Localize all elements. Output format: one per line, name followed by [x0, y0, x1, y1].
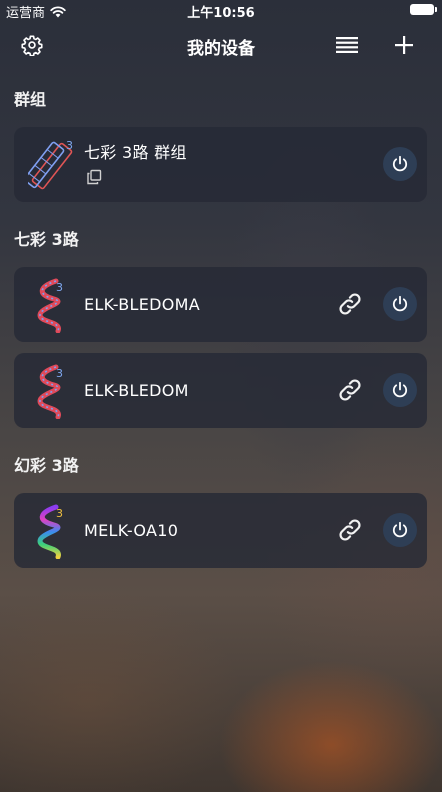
device-card[interactable]: 3 ELK-BLEDOMA: [14, 267, 427, 342]
link-button[interactable]: [335, 375, 365, 405]
channel-badge: 3: [56, 367, 63, 380]
device-card-group[interactable]: 3 七彩 3路 群组: [14, 127, 427, 202]
power-button[interactable]: [383, 287, 417, 321]
copy-icon[interactable]: [86, 169, 102, 185]
channel-badge: 3: [66, 139, 73, 152]
device-card[interactable]: 3 MELK-OA10: [14, 493, 427, 568]
rgb-strip-icon: [37, 364, 61, 419]
section-title-dream: 幻彩 3路: [14, 456, 79, 475]
link-button[interactable]: [335, 289, 365, 319]
status-time: 上午10:56: [187, 6, 255, 21]
channel-badge: 3: [56, 507, 63, 520]
device-name: ELK-BLEDOMA: [84, 295, 201, 314]
link-icon: [339, 293, 361, 315]
power-button[interactable]: [383, 147, 417, 181]
power-button[interactable]: [383, 373, 417, 407]
status-bar: 运营商 上午10:56: [0, 0, 442, 21]
section-title-group: 群组: [14, 90, 47, 109]
power-icon: [392, 381, 408, 398]
list-view-button[interactable]: [332, 30, 362, 60]
power-button[interactable]: [383, 513, 417, 547]
link-icon: [339, 519, 361, 541]
list-icon: [336, 37, 358, 53]
rainbow-strip-icon: [37, 504, 61, 559]
power-icon: [392, 521, 408, 538]
device-name: 七彩 3路 群组: [84, 143, 187, 162]
nav-bar: 我的设备: [0, 24, 442, 64]
add-device-button[interactable]: [389, 30, 419, 60]
device-name: MELK-OA10: [84, 521, 179, 540]
power-icon: [392, 155, 408, 172]
page-title: 我的设备: [187, 39, 255, 59]
power-icon: [392, 295, 408, 312]
device-card[interactable]: 3 ELK-BLEDOM: [14, 353, 427, 428]
channel-badge: 3: [56, 281, 63, 294]
rgb-strip-icon: [37, 278, 61, 333]
link-button[interactable]: [335, 515, 365, 545]
battery-icon: [410, 4, 437, 15]
section-title-rgb: 七彩 3路: [14, 230, 79, 249]
plus-icon: [395, 36, 413, 54]
device-name: ELK-BLEDOM: [84, 381, 189, 400]
link-icon: [339, 379, 361, 401]
